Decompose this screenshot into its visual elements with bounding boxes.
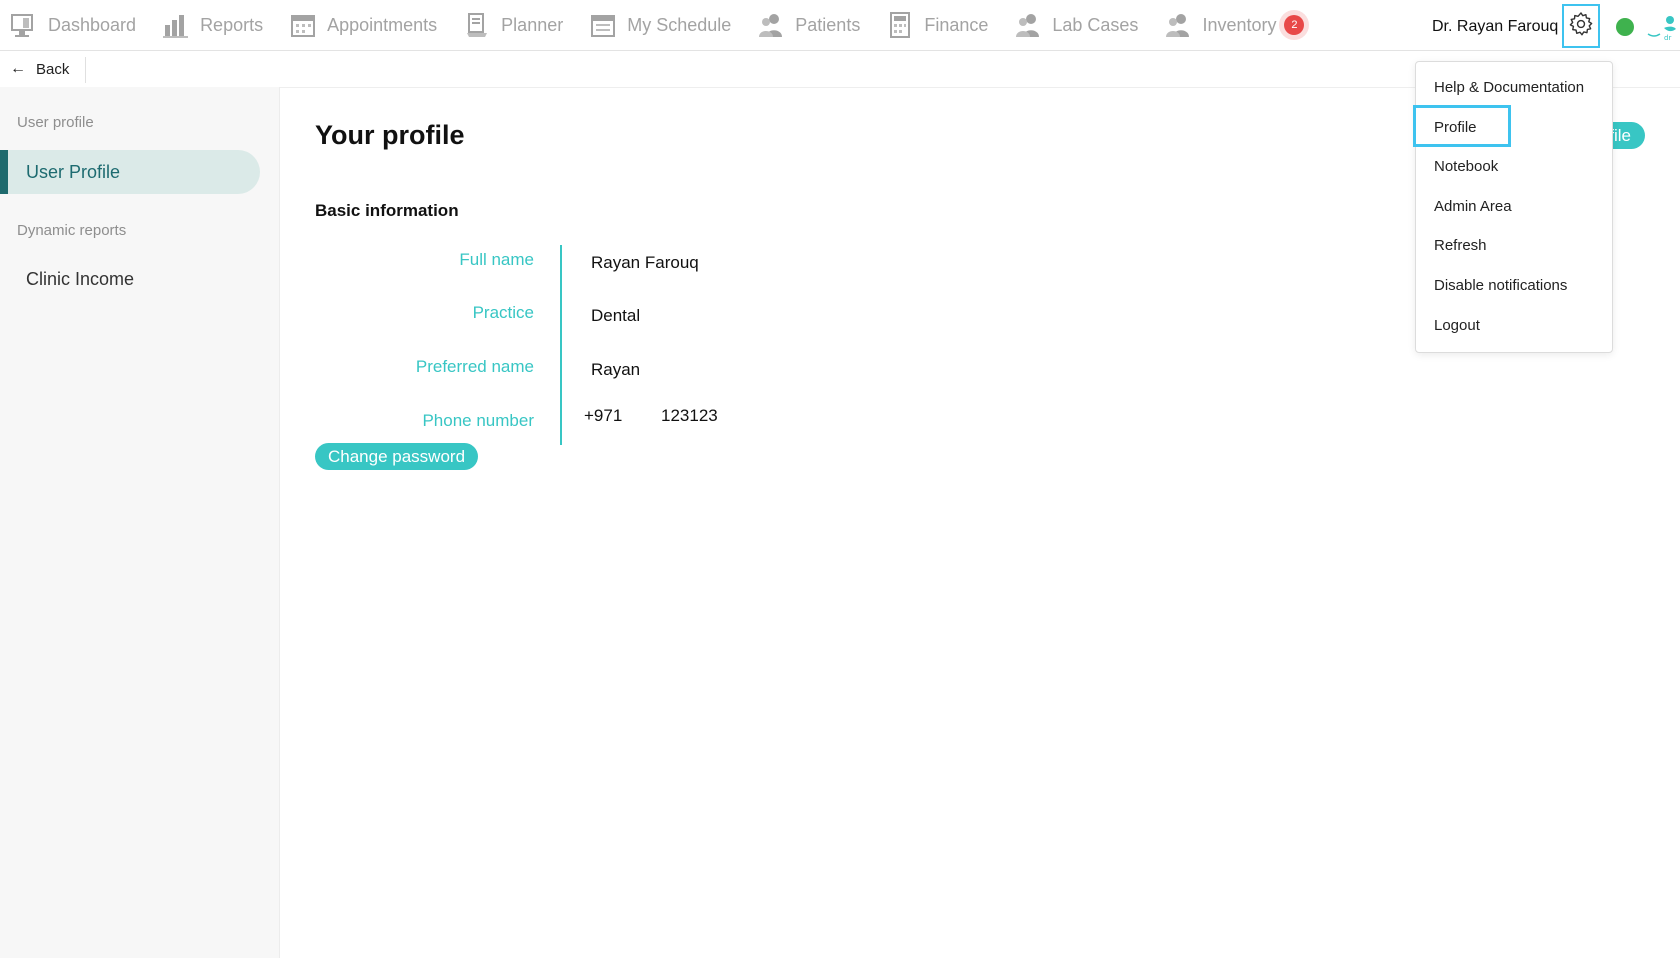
field-divider bbox=[560, 245, 562, 445]
appointments-icon bbox=[289, 11, 317, 39]
main-nav: Dashboard Reports Appointments Planner M… bbox=[0, 0, 1312, 50]
nav-inventory-label: Inventory bbox=[1202, 14, 1277, 35]
phone-country-code: +971 bbox=[584, 406, 623, 425]
settings-button[interactable] bbox=[1562, 4, 1600, 48]
sidebar-item-label: User Profile bbox=[26, 161, 121, 182]
preferred-name-value: Rayan bbox=[591, 360, 641, 379]
menu-item-logout[interactable]: Logout bbox=[1434, 317, 1480, 334]
menu-item-refresh[interactable]: Refresh bbox=[1434, 237, 1487, 254]
gear-icon bbox=[1568, 11, 1594, 42]
sidebar-header-user-profile: User profile bbox=[17, 114, 94, 131]
nav-dashboard[interactable]: Dashboard bbox=[0, 0, 144, 50]
practice-value: Dental bbox=[591, 306, 641, 325]
nav-my-schedule-label: My Schedule bbox=[627, 14, 732, 35]
menu-item-disable-notifications[interactable]: Disable notifications bbox=[1434, 277, 1567, 294]
nav-planner-label: Planner bbox=[501, 14, 564, 35]
notification-badge[interactable]: 2 bbox=[1284, 15, 1305, 35]
nav-dashboard-label: Dashboard bbox=[48, 14, 137, 35]
nav-inventory[interactable]: Inventory 2 bbox=[1154, 0, 1312, 50]
user-name[interactable]: Dr. Rayan Farouq bbox=[1432, 0, 1558, 54]
sidebar-header-dynamic-reports: Dynamic reports bbox=[17, 222, 127, 239]
section-title: Basic information bbox=[315, 201, 459, 220]
planner-icon bbox=[463, 11, 491, 39]
back-label: Back bbox=[36, 60, 70, 78]
menu-item-notebook[interactable]: Notebook bbox=[1434, 158, 1498, 175]
nav-reports[interactable]: Reports bbox=[152, 0, 271, 50]
divider bbox=[85, 57, 86, 83]
nav-planner[interactable]: Planner bbox=[453, 0, 571, 50]
svg-text:dr: dr bbox=[1664, 34, 1671, 42]
patients-icon bbox=[757, 11, 785, 39]
top-navigation-bar: Dashboard Reports Appointments Planner M… bbox=[0, 0, 1680, 51]
schedule-icon bbox=[589, 11, 617, 39]
profile-menu-highlight bbox=[1413, 105, 1511, 147]
full-name-value: Rayan Farouq bbox=[591, 253, 699, 272]
page-title: Your profile bbox=[315, 120, 465, 150]
arrow-left-icon: ← bbox=[10, 60, 26, 77]
sidebar: User profile User Profile Dynamic report… bbox=[0, 87, 280, 958]
nav-patients-label: Patients bbox=[795, 14, 861, 35]
practice-label: Practice bbox=[472, 303, 534, 322]
sidebar-item-label: Clinic Income bbox=[26, 268, 135, 289]
nav-appointments-label: Appointments bbox=[327, 14, 438, 35]
sidebar-item-user-profile[interactable]: User Profile bbox=[8, 150, 260, 194]
nav-finance[interactable]: Finance bbox=[876, 0, 996, 50]
preferred-name-label: Preferred name bbox=[415, 357, 534, 376]
menu-item-help-documentation[interactable]: Help & Documentation bbox=[1434, 79, 1584, 96]
nav-reports-label: Reports bbox=[200, 14, 264, 35]
finance-icon bbox=[886, 11, 914, 39]
phone-number-label: Phone number bbox=[422, 411, 534, 430]
back-button[interactable]: ← Back bbox=[10, 51, 69, 87]
dashboard-icon bbox=[10, 11, 38, 39]
inventory-icon bbox=[1164, 11, 1192, 39]
nav-appointments[interactable]: Appointments bbox=[279, 0, 445, 50]
phone-number-value: 123123 bbox=[661, 406, 718, 425]
lab-cases-icon bbox=[1014, 11, 1042, 39]
brand-logo-icon: dr bbox=[1642, 12, 1678, 42]
change-password-button[interactable]: Change password bbox=[315, 443, 479, 470]
online-status-dot bbox=[1616, 18, 1634, 36]
nav-patients[interactable]: Patients bbox=[747, 0, 868, 50]
reports-icon bbox=[162, 11, 190, 39]
nav-lab-cases-label: Lab Cases bbox=[1052, 14, 1139, 35]
full-name-label: Full name bbox=[459, 250, 534, 269]
menu-item-admin-area[interactable]: Admin Area bbox=[1434, 198, 1512, 215]
nav-lab-cases[interactable]: Lab Cases bbox=[1004, 0, 1146, 50]
nav-my-schedule[interactable]: My Schedule bbox=[579, 0, 739, 50]
active-indicator bbox=[0, 150, 8, 194]
nav-finance-label: Finance bbox=[924, 14, 989, 35]
